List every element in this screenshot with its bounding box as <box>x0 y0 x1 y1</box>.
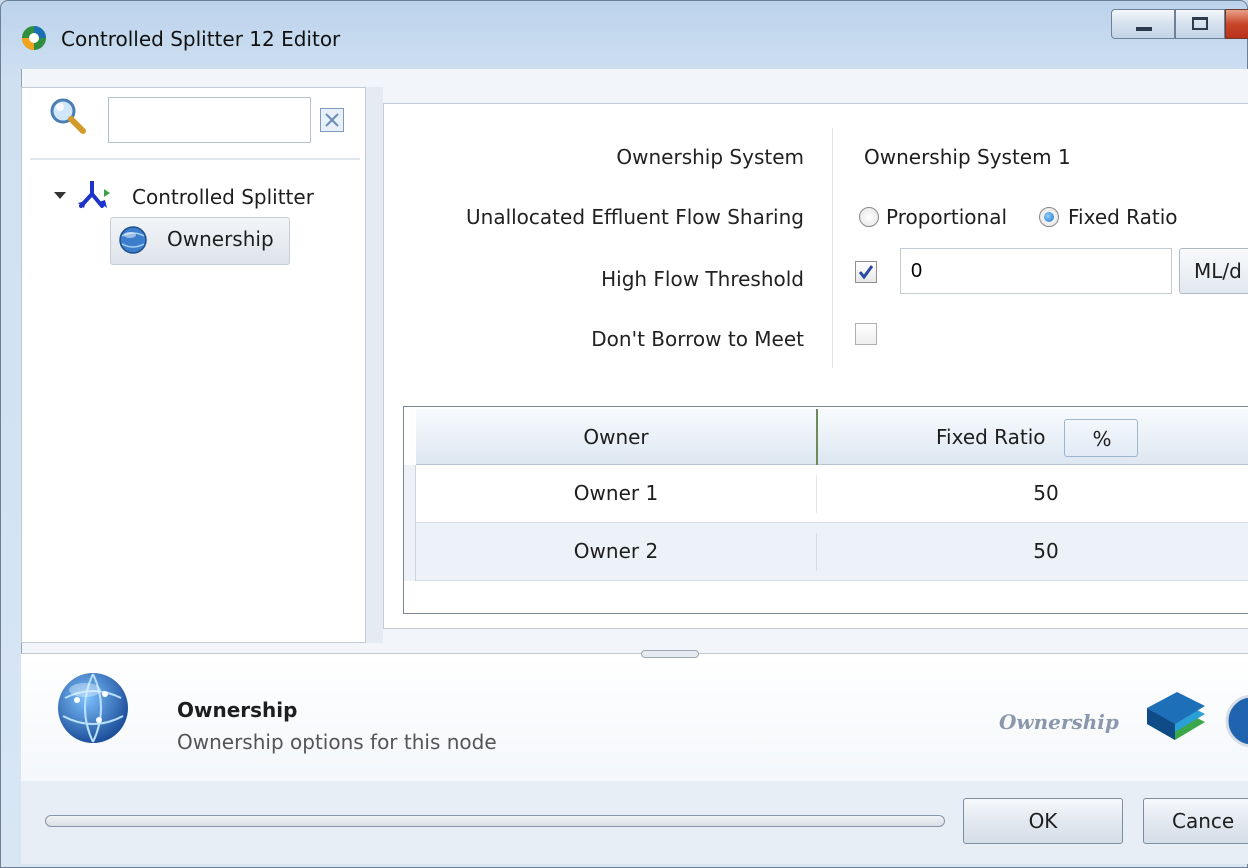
globe-nav-icon[interactable] <box>1225 694 1248 748</box>
grid-header: Owner Fixed Ratio % <box>416 409 1248 465</box>
table-row[interactable]: Owner 2 50 <box>416 523 1248 581</box>
cancel-button-label: Cance <box>1172 809 1235 833</box>
borrow-label: Don't Borrow to Meet <box>591 327 804 351</box>
ownership-grid: Owner Fixed Ratio % Owner 1 50 Owner 2 5… <box>403 406 1248 614</box>
ratio-cell[interactable]: 50 <box>836 539 1248 563</box>
tree-item-controlled-splitter[interactable]: Controlled Splitter <box>132 185 314 209</box>
ownership-system-value[interactable]: Ownership System 1 <box>864 145 1071 169</box>
high-flow-checkbox[interactable] <box>855 261 877 283</box>
title-bar: Controlled Splitter 12 Editor <box>1 1 1248 69</box>
search-icon <box>48 96 88 136</box>
row-indicator-strip <box>404 465 416 581</box>
high-flow-input[interactable] <box>900 248 1172 294</box>
cell-divider <box>816 475 817 513</box>
owner-cell[interactable]: Owner 2 <box>416 539 816 563</box>
maximize-button[interactable] <box>1175 9 1225 39</box>
col-header-owner[interactable]: Owner <box>416 425 816 449</box>
navigation-panel: Controlled Splitter Ownership <box>21 87 366 643</box>
high-flow-unit-label: ML/d <box>1194 259 1242 283</box>
info-breadcrumb: Ownership <box>999 710 1119 734</box>
ownership-globe-icon <box>55 670 131 746</box>
ratio-unit-button[interactable]: % <box>1064 419 1138 457</box>
search-separator <box>30 158 360 160</box>
resize-grip[interactable] <box>641 650 699 658</box>
splitter-icon <box>78 179 112 209</box>
minimize-button[interactable] <box>1111 9 1175 39</box>
window-title: Controlled Splitter 12 Editor <box>61 27 341 51</box>
radio-fixed-ratio[interactable] <box>1039 207 1059 227</box>
clear-search-icon[interactable] <box>320 108 344 132</box>
footer-bar: OK Cance <box>21 781 1248 864</box>
close-button[interactable] <box>1225 9 1248 39</box>
info-bar: Ownership Ownership options for this nod… <box>21 650 1248 781</box>
help-book-icon[interactable] <box>1143 688 1209 748</box>
minimize-icon <box>1136 27 1152 31</box>
table-row[interactable]: Owner 1 50 <box>416 465 1248 523</box>
owner-cell[interactable]: Owner 1 <box>416 481 816 505</box>
info-title: Ownership <box>177 698 298 722</box>
tree-item-ownership[interactable]: Ownership <box>110 217 290 265</box>
ratio-cell[interactable]: 50 <box>836 481 1248 505</box>
sharing-label: Unallocated Effluent Flow Sharing <box>466 205 804 229</box>
info-description: Ownership options for this node <box>177 730 497 754</box>
search-input[interactable] <box>108 97 311 143</box>
cancel-button[interactable]: Cance <box>1143 798 1248 844</box>
borrow-checkbox[interactable] <box>855 323 877 345</box>
high-flow-label: High Flow Threshold <box>601 267 804 291</box>
app-icon <box>21 25 47 51</box>
cell-divider <box>816 533 817 571</box>
radio-proportional[interactable] <box>859 207 879 227</box>
label-column-separator <box>832 128 833 368</box>
col-header-fixed-ratio[interactable]: Fixed Ratio <box>936 425 1046 449</box>
panel-splitter[interactable] <box>366 87 383 643</box>
globe-icon <box>119 226 147 254</box>
col-separator <box>816 409 818 465</box>
progress-bar <box>45 815 945 827</box>
ownership-system-label: Ownership System <box>616 145 804 169</box>
maximize-icon <box>1192 17 1208 30</box>
ok-button-label: OK <box>1028 809 1058 833</box>
editor-window: Controlled Splitter 12 Editor Controlled… <box>0 0 1248 868</box>
high-flow-unit-button[interactable]: ML/d <box>1179 248 1248 294</box>
tree-expand-icon[interactable] <box>54 192 66 199</box>
radio-proportional-label[interactable]: Proportional <box>886 205 1007 229</box>
radio-fixed-ratio-label[interactable]: Fixed Ratio <box>1068 205 1178 229</box>
ok-button[interactable]: OK <box>963 798 1123 844</box>
tree-item-ownership-label: Ownership <box>167 227 274 251</box>
ratio-unit-label: % <box>1092 427 1112 451</box>
